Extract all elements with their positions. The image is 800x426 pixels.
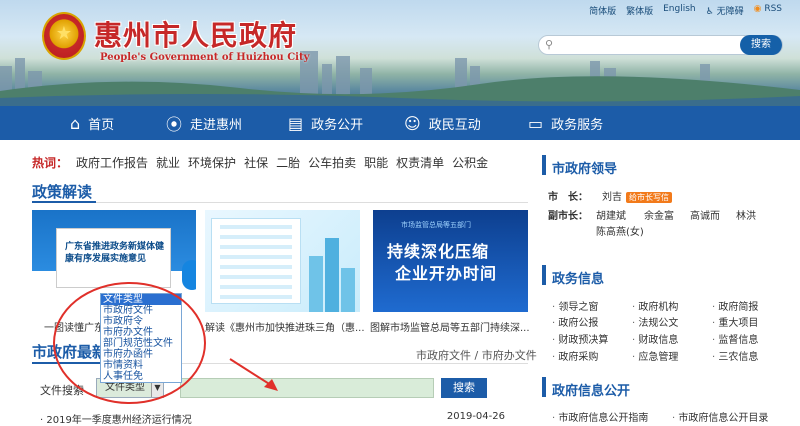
gov-info-link[interactable]: 重大项目 [712, 314, 758, 329]
vice-mayor[interactable]: 余金富 [644, 207, 674, 222]
vice-mayor[interactable]: 高诚而 [690, 207, 720, 222]
hot-word[interactable]: 环境保护 [188, 154, 236, 171]
vice-mayor[interactable]: 陈高燕(女) [596, 223, 644, 238]
news-title: · 2019年一季度惠州经济运行情况 [40, 415, 192, 426]
section-marker [542, 265, 546, 285]
link-simplified[interactable]: 简体版 [589, 4, 616, 17]
hot-word[interactable]: 公积金 [452, 154, 488, 171]
site-title[interactable]: 惠州市人民政府 [94, 14, 297, 54]
public-info-title[interactable]: 政府信息公开 [552, 380, 630, 399]
document-icon: ▤ [288, 113, 304, 133]
vice-mayor-label: 副市长： [548, 211, 588, 222]
nav-services[interactable]: ▭ 政务服务 [528, 106, 603, 140]
section-marker [542, 155, 546, 175]
gov-info-link[interactable]: 法规公文 [632, 314, 678, 329]
location-pin-icon: ⦿ [166, 115, 183, 134]
hot-words: 热词： 政府工作报告 就业 环境保护 社保 二胎 公车拍卖 职能 权责清单 公积… [32, 154, 488, 171]
leaders-title[interactable]: 市政府领导 [552, 158, 617, 177]
gov-info-link[interactable]: 三农信息 [712, 348, 758, 363]
main-nav: ⌂ 首页 ⦿ 走进惠州 ▤ 政务公开 ☺ 政民互动 ▭ 政务服务 [0, 106, 800, 140]
link-traditional[interactable]: 繁体版 [626, 4, 653, 17]
section-underline [32, 201, 96, 203]
gov-info-link[interactable]: 政府机构 [632, 298, 678, 313]
section-marker [542, 377, 546, 397]
hot-word[interactable]: 权责清单 [396, 154, 444, 171]
gov-info-link[interactable]: 政府简报 [712, 298, 758, 313]
gov-info-title[interactable]: 政务信息 [552, 268, 604, 287]
national-emblem-icon [42, 12, 86, 60]
public-info-link[interactable]: 市政府信息公开目录 [672, 409, 768, 424]
nav-interaction[interactable]: ☺ 政民互动 [404, 106, 481, 140]
vice-mayor[interactable]: 林洪 [736, 207, 756, 222]
news-item[interactable]: · 2019年一季度惠州经济运行情况 2019-04-26 [40, 411, 505, 426]
section-divider [96, 202, 528, 203]
link-english[interactable]: English [663, 4, 696, 17]
policy-section-title[interactable]: 政策解读 [32, 181, 92, 202]
hot-word[interactable]: 社保 [244, 154, 268, 171]
hot-label: 热词： [32, 156, 69, 170]
top-links: 简体版 繁体版 English ♿ 无障碍 ◉ RSS [589, 4, 782, 17]
file-search-input[interactable] [180, 378, 434, 398]
public-info-links: 市政府信息公开指南 市政府信息公开目录 [552, 409, 792, 424]
nav-home[interactable]: ⌂ 首页 [70, 106, 114, 140]
mayor-name[interactable]: 刘吉 [602, 192, 622, 203]
gov-info-link[interactable]: 财政预决算 [552, 331, 608, 346]
public-info-link[interactable]: 市政府信息公开指南 [552, 409, 648, 424]
rss-icon: ◉ [753, 4, 762, 14]
building-graphic [309, 256, 323, 312]
annotation-arrow [229, 358, 278, 391]
gov-info-link[interactable]: 领导之窗 [552, 298, 598, 313]
search-icon: ⚲ [545, 38, 554, 51]
file-search-button[interactable]: 搜索 [441, 378, 487, 398]
gov-info-link[interactable]: 政府采购 [552, 348, 598, 363]
header-banner: 惠州市人民政府 People's Government of Huizhou C… [0, 0, 800, 106]
link-accessibility[interactable]: ♿ 无障碍 [706, 4, 744, 17]
hot-word[interactable]: 职能 [364, 154, 388, 171]
mayor-row: 市 长： 刘吉 给市长写信 [548, 188, 672, 203]
nav-about-huizhou[interactable]: ⦿ 走进惠州 [166, 106, 242, 140]
gov-info-link[interactable]: 政府公报 [552, 314, 598, 329]
news-date: 2019-04-26 [446, 411, 505, 422]
policy-image-3[interactable]: 市场监管总局等五部门 持续深化压缩 企业开办时间 [373, 210, 528, 312]
policy-image-2[interactable] [205, 210, 360, 312]
home-icon: ⌂ [70, 113, 81, 133]
hot-word[interactable]: 公车拍卖 [308, 154, 356, 171]
site-subtitle: People's Government of Huizhou City [100, 52, 310, 63]
hot-word[interactable]: 就业 [156, 154, 180, 171]
policy-caption-3[interactable]: 图解市场监管总局等五部门持续深... [370, 319, 530, 334]
gov-info-links: 领导之窗 政府机构 政府简报 政府公报 法规公文 重大项目 财政预决算 财政信息… [552, 298, 792, 368]
site-search-button[interactable]: 搜索 [740, 35, 782, 55]
nav-gov-affairs[interactable]: ▤ 政务公开 [288, 106, 363, 140]
wheelchair-icon: ♿ [705, 7, 714, 17]
building-graphic [325, 238, 339, 312]
hot-word[interactable]: 政府工作报告 [76, 154, 148, 171]
people-icon: ☺ [404, 113, 421, 133]
monitor-icon: ▭ [528, 113, 544, 133]
gov-info-link[interactable]: 监督信息 [712, 331, 758, 346]
hand-pointer-icon [182, 260, 196, 290]
file-category-links[interactable]: 市政府文件 / 市府办文件 [416, 347, 537, 363]
document-graphic [211, 218, 301, 304]
vice-mayor[interactable]: 胡建斌 [596, 207, 626, 222]
poster: 广东省推进政务新媒体健康有序发展实施意见 [56, 228, 171, 288]
annotation-circle [53, 282, 206, 404]
policy-caption-2[interactable]: 解读《惠州市加快推进珠三角（惠... [205, 319, 365, 334]
building-graphic [341, 268, 355, 312]
link-rss[interactable]: ◉ RSS [754, 4, 782, 17]
write-to-mayor-badge[interactable]: 给市长写信 [626, 192, 672, 203]
gov-info-link[interactable]: 财政信息 [632, 331, 678, 346]
gov-info-link[interactable]: 应急管理 [632, 348, 678, 363]
hot-word[interactable]: 二胎 [276, 154, 300, 171]
